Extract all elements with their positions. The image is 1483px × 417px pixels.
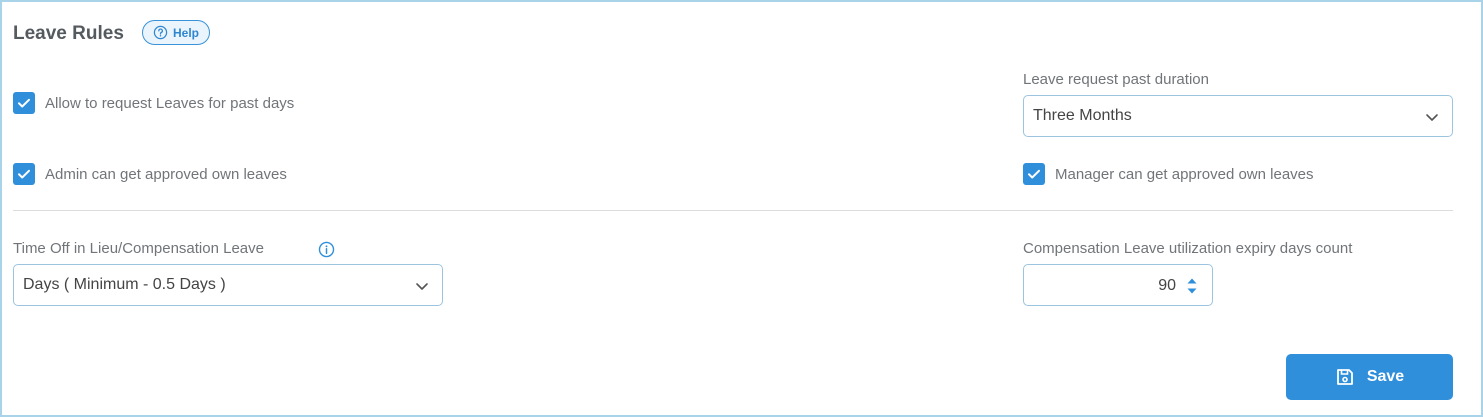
past-duration-label: Leave request past duration <box>1023 71 1209 88</box>
toil-value: Days ( Minimum - 0.5 Days ) <box>23 276 226 293</box>
admin-approve-checkbox[interactable] <box>13 163 35 185</box>
past-duration-value: Three Months <box>1033 107 1132 124</box>
admin-approve-label: Admin can get approved own leaves <box>45 165 287 183</box>
expiry-days-input[interactable]: 90 <box>1023 264 1213 306</box>
allow-past-days-option: Allow to request Leaves for past days <box>13 92 294 114</box>
expiry-days-value: 90 <box>1158 277 1176 294</box>
manager-approve-checkbox[interactable] <box>1023 163 1045 185</box>
question-circle-icon <box>153 25 168 40</box>
manager-approve-option: Manager can get approved own leaves <box>1023 163 1314 185</box>
save-label: Save <box>1366 368 1405 385</box>
admin-approve-option: Admin can get approved own leaves <box>13 163 287 185</box>
check-icon <box>18 98 30 108</box>
check-icon <box>18 169 30 179</box>
check-icon <box>1028 169 1040 179</box>
manager-approve-label: Manager can get approved own leaves <box>1055 165 1314 183</box>
info-circle-icon[interactable] <box>318 241 335 258</box>
chevron-down-icon <box>416 283 428 290</box>
floppy-disk-icon <box>1336 369 1353 385</box>
section-divider <box>13 210 1453 211</box>
stepper-arrows-icon <box>1187 278 1197 294</box>
page-title: Leave Rules <box>13 23 124 44</box>
toil-select[interactable]: Days ( Minimum - 0.5 Days ) <box>13 264 443 306</box>
allow-past-days-label: Allow to request Leaves for past days <box>45 94 295 112</box>
past-duration-select[interactable]: Three Months <box>1023 95 1453 137</box>
save-button[interactable]: Save <box>1286 354 1453 400</box>
chevron-down-icon <box>1426 114 1438 121</box>
help-button[interactable]: Help <box>142 20 210 45</box>
toil-label: Time Off in Lieu/Compensation Leave <box>13 240 264 257</box>
help-label: Help <box>172 25 199 40</box>
expiry-days-label: Compensation Leave utilization expiry da… <box>1023 240 1353 257</box>
allow-past-days-checkbox[interactable] <box>13 92 35 114</box>
number-stepper[interactable] <box>1186 275 1198 297</box>
leave-rules-panel: Leave Rules Help Allow to request Leaves… <box>0 0 1483 417</box>
